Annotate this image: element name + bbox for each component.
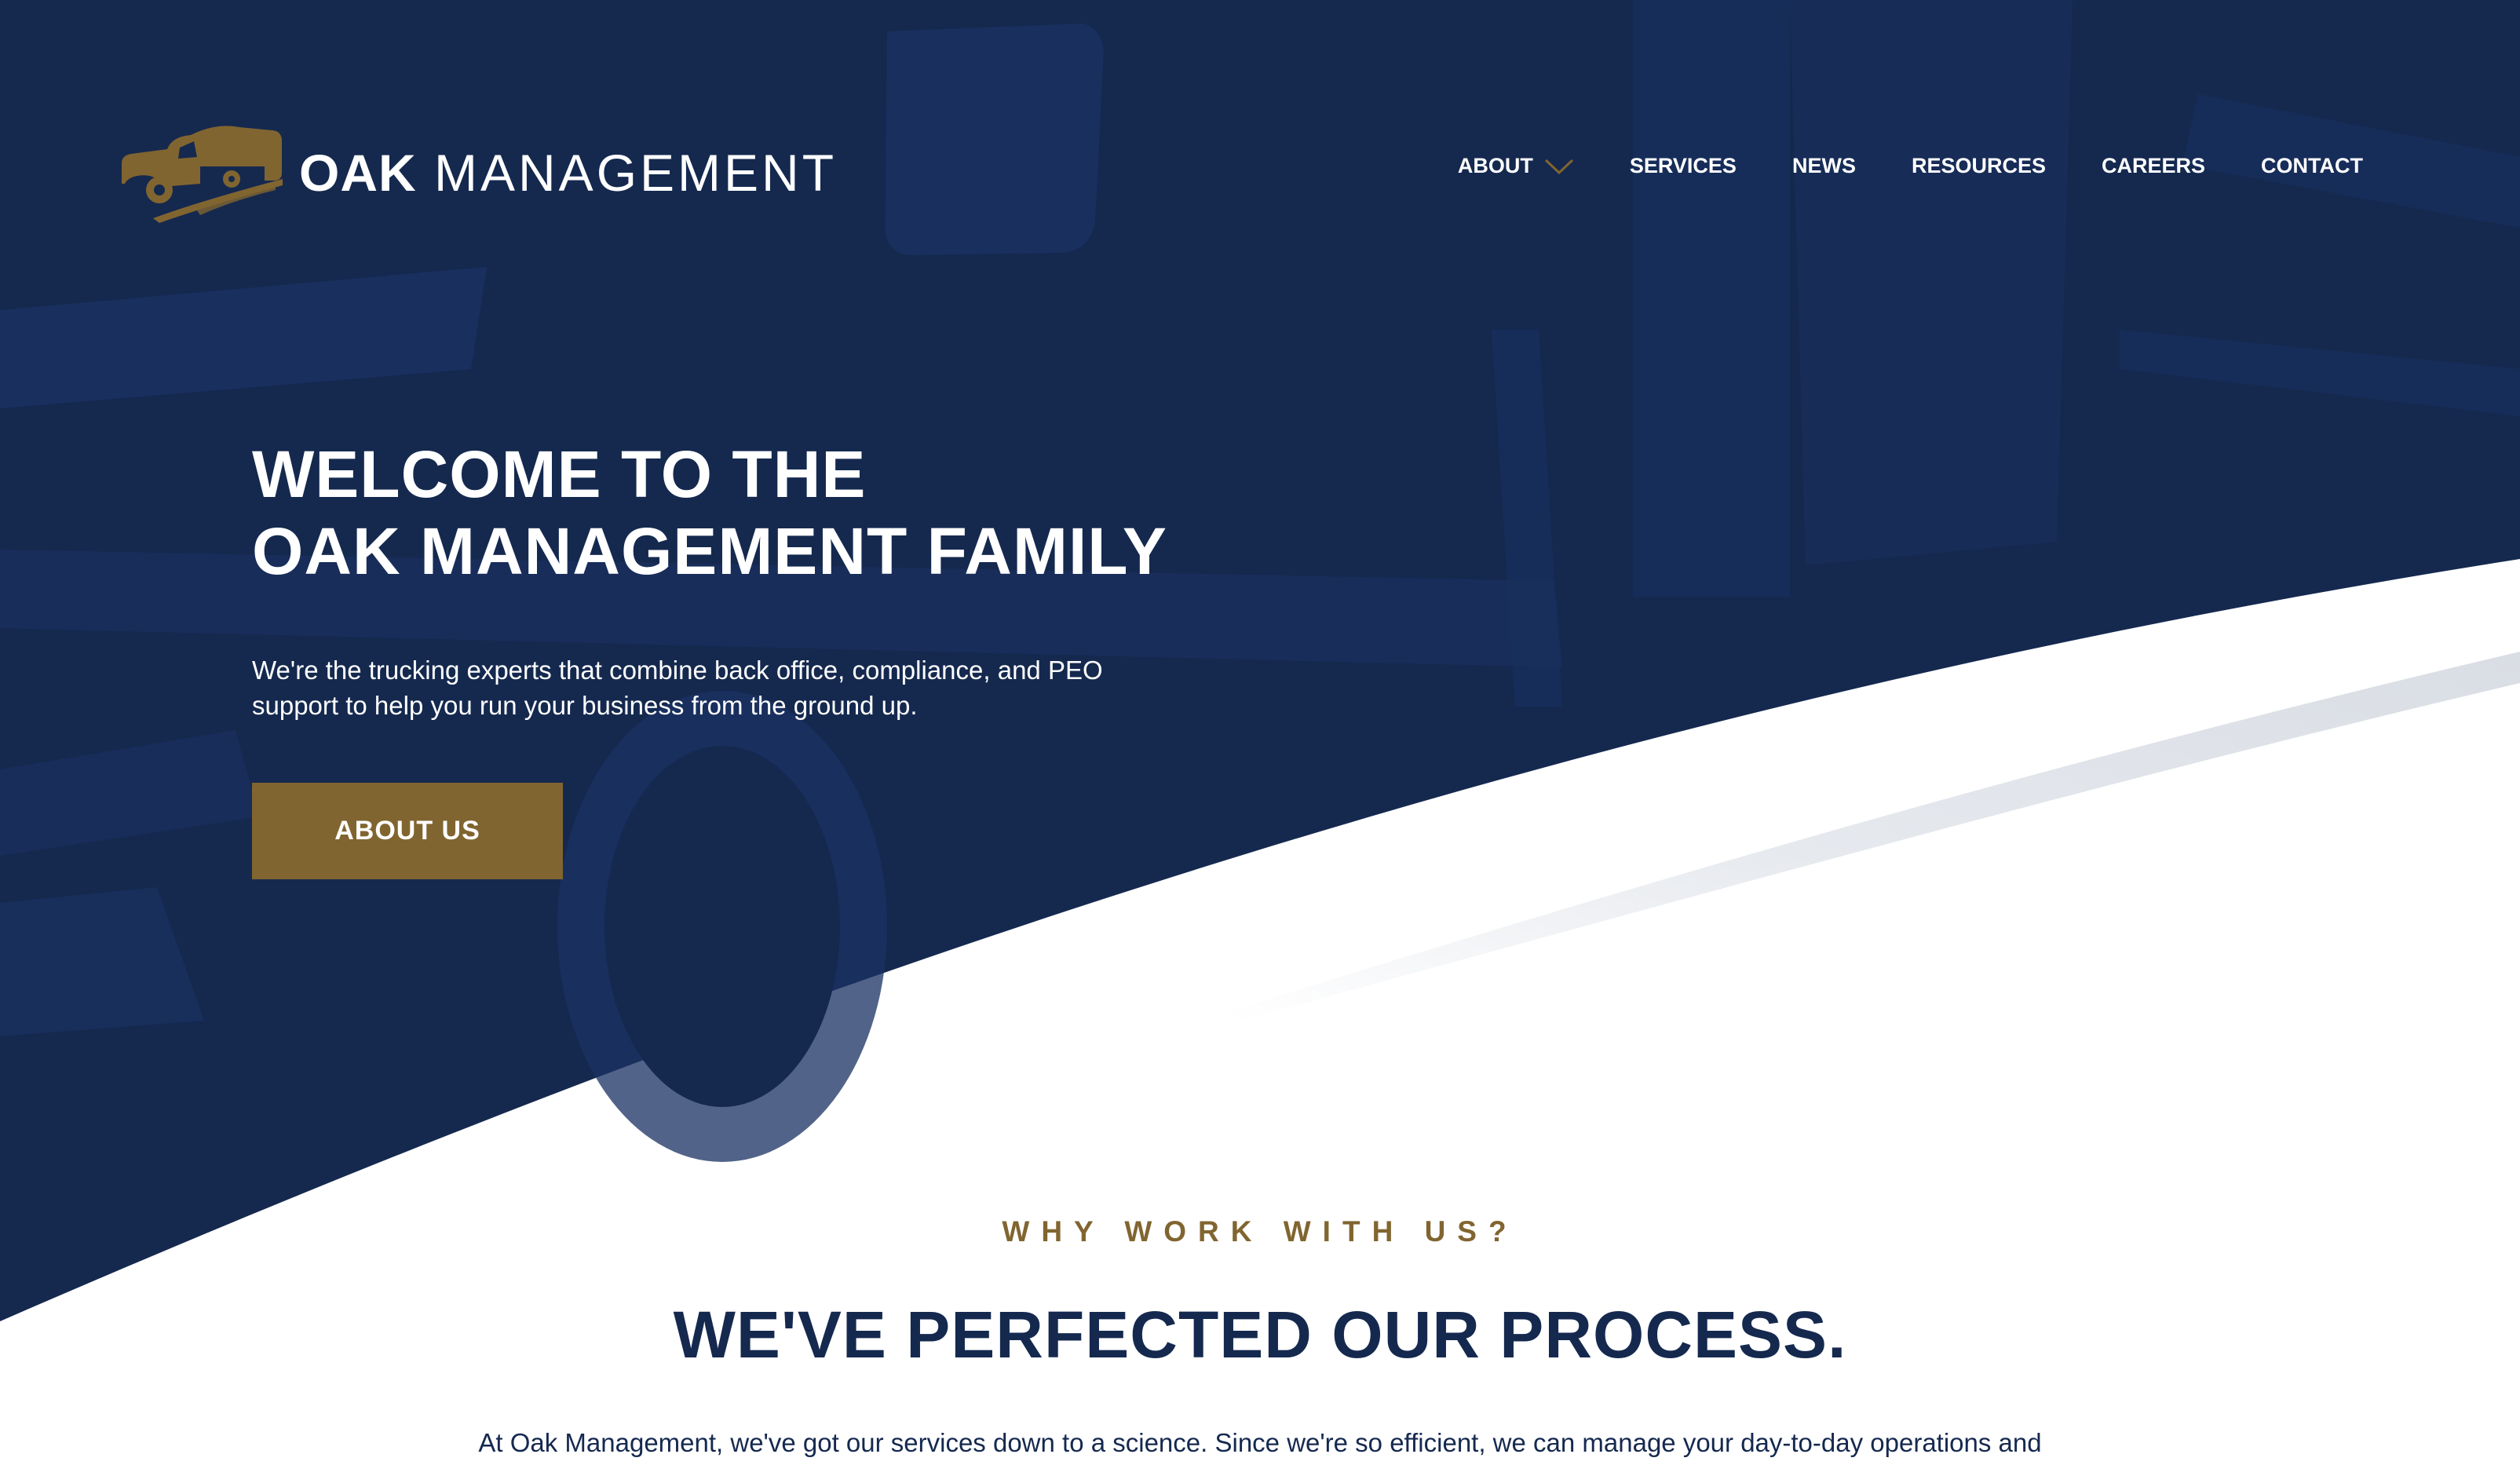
brand-name-light: MANAGEMENT xyxy=(434,144,838,202)
hero-description: We're the trucking experts that combine … xyxy=(252,656,1103,720)
hero-title-line1: WELCOME TO THE xyxy=(252,437,867,511)
nav-item-contact[interactable]: CONTACT xyxy=(2261,154,2363,178)
logo[interactable]: OAK MANAGEMENT xyxy=(122,118,837,228)
why-section: WHY WORK WITH US? WE'VE PERFECTED OUR PR… xyxy=(0,1215,2520,1460)
nav-item-services[interactable]: SERVICES xyxy=(1630,154,1737,178)
why-text: At Oak Management, we've got our service… xyxy=(478,1428,2042,1457)
hero-title: WELCOME TO THE OAK MANAGEMENT FAMILY xyxy=(252,436,1178,590)
nav-item-about-label: ABOUT xyxy=(1457,154,1533,177)
brand-name-strong: OAK xyxy=(299,144,417,202)
hero-title-line2: OAK MANAGEMENT FAMILY xyxy=(252,514,1167,588)
why-title: WE'VE PERFECTED OUR PROCESS. xyxy=(673,1298,1847,1372)
truck-icon xyxy=(122,126,283,223)
nav-item-news[interactable]: NEWS xyxy=(1792,154,1856,178)
why-eyebrow: WHY WORK WITH US? xyxy=(1002,1215,1518,1248)
nav-item-careers[interactable]: CAREERS xyxy=(2102,154,2205,178)
hero: WELCOME TO THE OAK MANAGEMENT FAMILY We'… xyxy=(252,436,1178,879)
about-us-button[interactable]: ABOUT US xyxy=(252,783,563,879)
brand-name: OAK MANAGEMENT xyxy=(299,147,837,199)
nav-item-about[interactable]: ABOUT xyxy=(1458,154,1574,178)
site-header: OAK MANAGEMENT ABOUT SERVICES NEWS RESOU… xyxy=(0,0,2520,345)
main-nav: ABOUT SERVICES NEWS RESOURCES CAREERS CO… xyxy=(1458,154,2363,178)
chevron-down-icon[interactable] xyxy=(1544,158,1574,175)
nav-item-resources[interactable]: RESOURCES xyxy=(1912,154,2046,178)
